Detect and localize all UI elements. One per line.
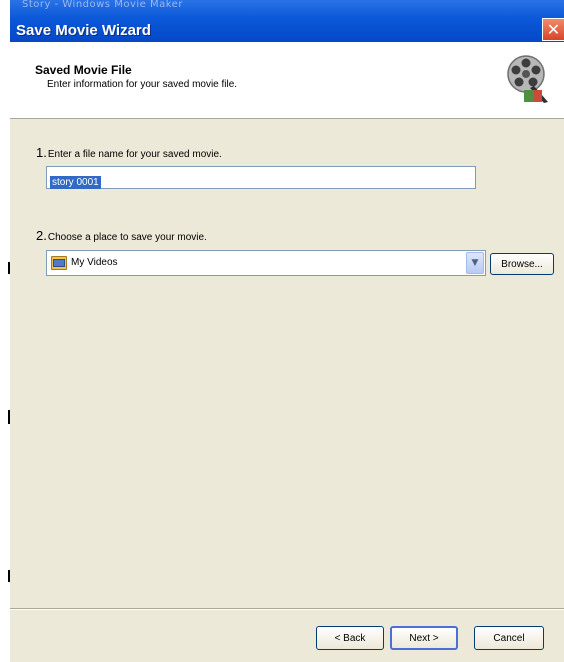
wizard-header: Saved Movie File Enter information for y… [10,42,564,119]
save-location-value: My Videos [71,257,118,268]
page-subtitle: Enter information for your saved movie f… [47,79,238,90]
step1-text: Enter a file name for your saved movie. [47,149,222,160]
save-location-dropdown[interactable]: My Videos ▼ [46,250,486,276]
step2-label: 2.Choose a place to save your movie. [36,228,207,243]
step1-label: 1.Enter a file name for your saved movie… [36,145,222,160]
folder-icon [51,256,67,270]
close-button[interactable]: ✕ [542,18,564,41]
step1-number: 1. [36,145,47,160]
window-title: Save Movie Wizard [16,22,151,39]
footer-divider [10,608,564,610]
filename-input[interactable]: story 0001 [46,166,476,189]
page-title: Saved Movie File [35,63,132,77]
step2-number: 2. [36,228,47,243]
back-button[interactable]: < Back [316,626,384,650]
title-bar[interactable]: Story - Windows Movie Maker Save Movie W… [10,0,564,42]
step2-text: Choose a place to save your movie. [47,232,207,243]
browse-button[interactable]: Browse... [490,253,554,275]
filename-value: story 0001 [50,176,101,189]
chevron-down-icon[interactable]: ▼ [466,252,484,274]
film-reel-icon [507,55,548,103]
next-button[interactable]: Next > [390,626,458,650]
save-movie-wizard-window: Story - Windows Movie Maker Save Movie W… [10,0,564,662]
cancel-button[interactable]: Cancel [474,626,544,650]
background-window-title: Story - Windows Movie Maker [22,0,183,10]
